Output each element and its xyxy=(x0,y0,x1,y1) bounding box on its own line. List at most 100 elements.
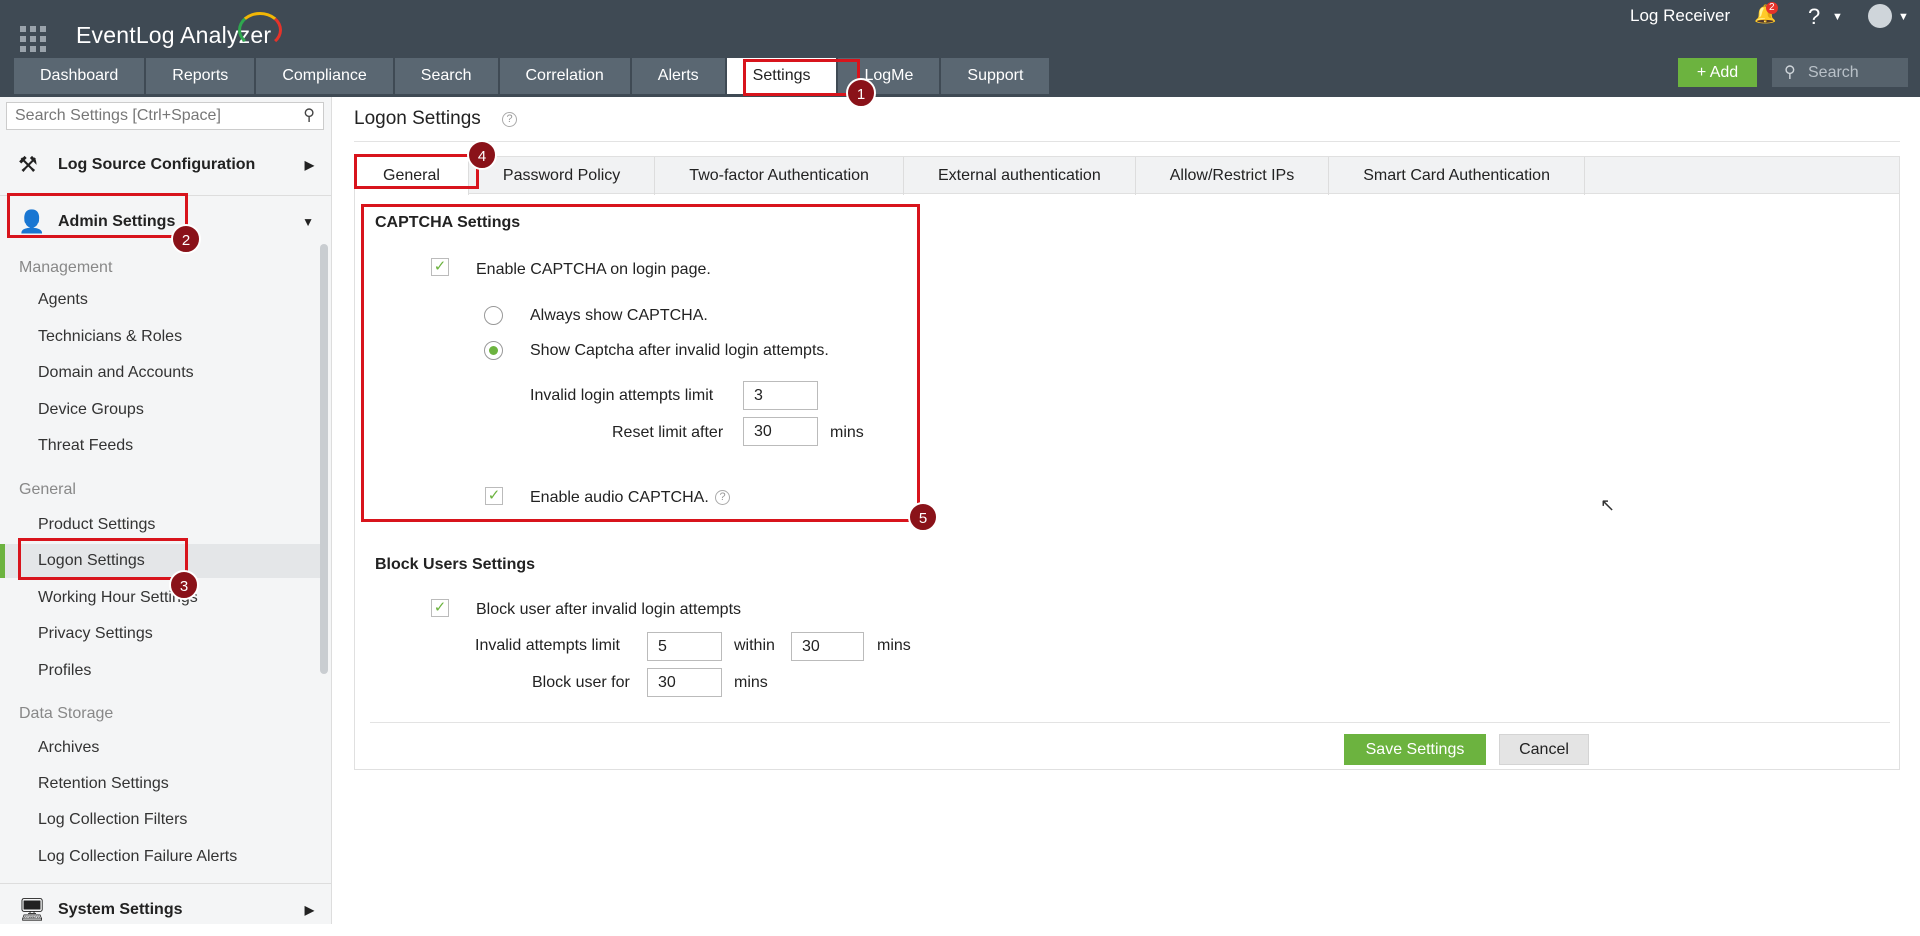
limit-label: Invalid login attempts limit xyxy=(530,387,714,404)
sidebar-item-logon-settings[interactable]: Logon Settings xyxy=(0,544,322,578)
after-invalid-radio[interactable] xyxy=(484,341,503,360)
always-show-label: Always show CAPTCHA. xyxy=(530,307,708,324)
sidebar-item-domain[interactable]: Domain and Accounts xyxy=(0,356,322,390)
chevron-right-icon: ▶ xyxy=(304,158,314,172)
captcha-enable-checkbox[interactable]: ✓ xyxy=(431,258,449,276)
reset-label: Reset limit after xyxy=(612,424,724,441)
block-user-label: Block user after invalid login attempts xyxy=(476,601,742,618)
logo-arc-icon xyxy=(238,12,282,48)
sidebar-item-product-settings[interactable]: Product Settings xyxy=(0,508,322,542)
sidebar-item-agents[interactable]: Agents xyxy=(0,283,322,317)
sidebar-group-admin[interactable]: 👤 Admin Settings ▼ xyxy=(0,195,332,247)
main-content: Logon Settings ? General Password Policy… xyxy=(332,97,1920,924)
annotation-marker-4: 4 xyxy=(467,140,497,170)
mouse-cursor-icon: ↖ xyxy=(1600,495,1616,515)
block-user-checkbox[interactable]: ✓ xyxy=(431,599,449,617)
title-divider xyxy=(354,141,1900,142)
tab-two-factor[interactable]: Two-factor Authentication xyxy=(655,157,904,195)
add-label: Add xyxy=(1709,64,1739,81)
tab-general[interactable]: General xyxy=(355,157,469,195)
help-icon[interactable]: ? xyxy=(715,490,730,505)
log-receiver-link[interactable]: Log Receiver xyxy=(1630,6,1730,26)
tab-password-policy[interactable]: Password Policy xyxy=(469,157,656,195)
notification-badge: 2 xyxy=(1766,2,1778,14)
chevron-down-icon[interactable]: ▼ xyxy=(1898,11,1909,23)
captcha-section-title: CAPTCHA Settings xyxy=(375,214,521,231)
tab-external-auth[interactable]: External authentication xyxy=(904,157,1136,195)
search-icon[interactable]: ⚲ xyxy=(303,105,315,125)
help-icon[interactable]: ? xyxy=(1808,4,1820,30)
sidebar-item-collection-filters[interactable]: Log Collection Filters xyxy=(0,803,322,837)
chevron-down-icon: ▼ xyxy=(302,215,314,229)
user-gear-icon: 👤 xyxy=(18,209,46,234)
sidebar-item-threat-feeds[interactable]: Threat Feeds xyxy=(0,429,322,463)
sidebar-item-working-hour[interactable]: Working Hour Settings xyxy=(0,581,322,615)
tab-dashboard[interactable]: Dashboard xyxy=(14,58,145,94)
cancel-button[interactable]: Cancel xyxy=(1499,734,1589,765)
sidebar-item-profiles[interactable]: Profiles xyxy=(0,654,322,688)
tab-alerts[interactable]: Alerts xyxy=(631,58,725,94)
sidebar-group-label: Log Source Configuration xyxy=(58,156,256,173)
sidebar-group-log-source[interactable]: ⚒ Log Source Configuration ▶ xyxy=(0,139,332,191)
add-button[interactable]: + Add xyxy=(1678,58,1757,87)
actions-divider xyxy=(370,722,1890,723)
sidebar-item-privacy[interactable]: Privacy Settings xyxy=(0,617,322,651)
annotation-marker-5: 5 xyxy=(908,502,938,532)
tab-settings[interactable]: Settings xyxy=(726,58,837,94)
tab-search[interactable]: Search xyxy=(394,58,498,94)
plus-icon: + xyxy=(1696,64,1710,81)
section-general: General xyxy=(19,481,76,498)
section-management: Management xyxy=(19,259,113,276)
reset-limit-input[interactable]: 30 xyxy=(743,417,818,446)
page-title: Logon Settings xyxy=(354,108,481,129)
sidebar-item-technicians[interactable]: Technicians & Roles xyxy=(0,320,322,354)
audio-captcha-checkbox[interactable]: ✓ xyxy=(485,487,503,505)
sidebar-group-label: Admin Settings xyxy=(58,213,176,230)
chevron-down-icon[interactable]: ▼ xyxy=(1832,11,1843,23)
within-unit: mins xyxy=(877,637,911,654)
sidebar-item-device-groups[interactable]: Device Groups xyxy=(0,393,322,427)
within-label: within xyxy=(734,637,775,654)
always-show-radio[interactable] xyxy=(484,306,503,325)
block-for-input[interactable]: 30 xyxy=(647,668,722,697)
tab-correlation[interactable]: Correlation xyxy=(499,58,630,94)
sidebar-item-retention[interactable]: Retention Settings xyxy=(0,767,322,801)
settings-search-input[interactable]: Search Settings [Ctrl+Space] ⚲ xyxy=(6,102,324,130)
tab-support[interactable]: Support xyxy=(941,58,1050,94)
chevron-right-icon: ▶ xyxy=(304,903,314,917)
block-for-label: Block user for xyxy=(532,674,630,691)
search-icon: ⚲ xyxy=(1784,64,1796,81)
settings-search-placeholder: Search Settings [Ctrl+Space] xyxy=(15,107,221,124)
settings-sidebar: Search Settings [Ctrl+Space] ⚲ ⚒ Log Sour… xyxy=(0,97,332,924)
sidebar-group-label: System Settings xyxy=(58,901,183,918)
tab-compliance[interactable]: Compliance xyxy=(256,58,393,94)
annotation-marker-2: 2 xyxy=(171,224,201,254)
main-nav: Dashboard Reports Compliance Search Corr… xyxy=(14,58,1051,94)
monitor-gear-icon: 🖥 xyxy=(18,897,46,922)
top-bar: EventLog Analyzer Log Receiver 🔔 2 ? ▼ ▼… xyxy=(0,0,1920,97)
within-input[interactable]: 30 xyxy=(791,632,864,661)
block-for-unit: mins xyxy=(734,674,768,691)
section-data-storage: Data Storage xyxy=(19,705,114,722)
save-settings-button[interactable]: Save Settings xyxy=(1344,734,1486,765)
app-grid-icon[interactable] xyxy=(20,26,46,52)
sidebar-scrollbar[interactable] xyxy=(320,244,328,674)
sidebar-item-failure-alerts[interactable]: Log Collection Failure Alerts xyxy=(0,840,322,874)
help-icon[interactable]: ? xyxy=(502,112,517,127)
global-search-input[interactable]: ⚲ Search xyxy=(1772,58,1908,87)
attempts-limit-label: Invalid attempts limit xyxy=(475,637,620,654)
annotation-marker-3: 3 xyxy=(169,570,199,600)
search-placeholder: Search xyxy=(1808,64,1859,81)
invalid-attempts-input[interactable]: 5 xyxy=(647,632,722,661)
logon-settings-tabs: General Password Policy Two-factor Authe… xyxy=(354,156,1900,195)
sidebar-item-archives[interactable]: Archives xyxy=(0,731,322,765)
after-invalid-label: Show Captcha after invalid login attempt… xyxy=(530,342,829,359)
sidebar-group-system[interactable]: 🖥 System Settings ▶ xyxy=(0,883,332,935)
block-users-section-title: Block Users Settings xyxy=(375,556,536,573)
attempts-limit-input[interactable]: 3 xyxy=(743,381,818,410)
tab-allow-restrict-ips[interactable]: Allow/Restrict IPs xyxy=(1136,157,1330,195)
tab-smart-card[interactable]: Smart Card Authentication xyxy=(1329,157,1585,195)
tab-reports[interactable]: Reports xyxy=(146,58,255,94)
user-avatar-icon[interactable] xyxy=(1868,4,1892,28)
captcha-enable-label: Enable CAPTCHA on login page. xyxy=(476,261,711,278)
